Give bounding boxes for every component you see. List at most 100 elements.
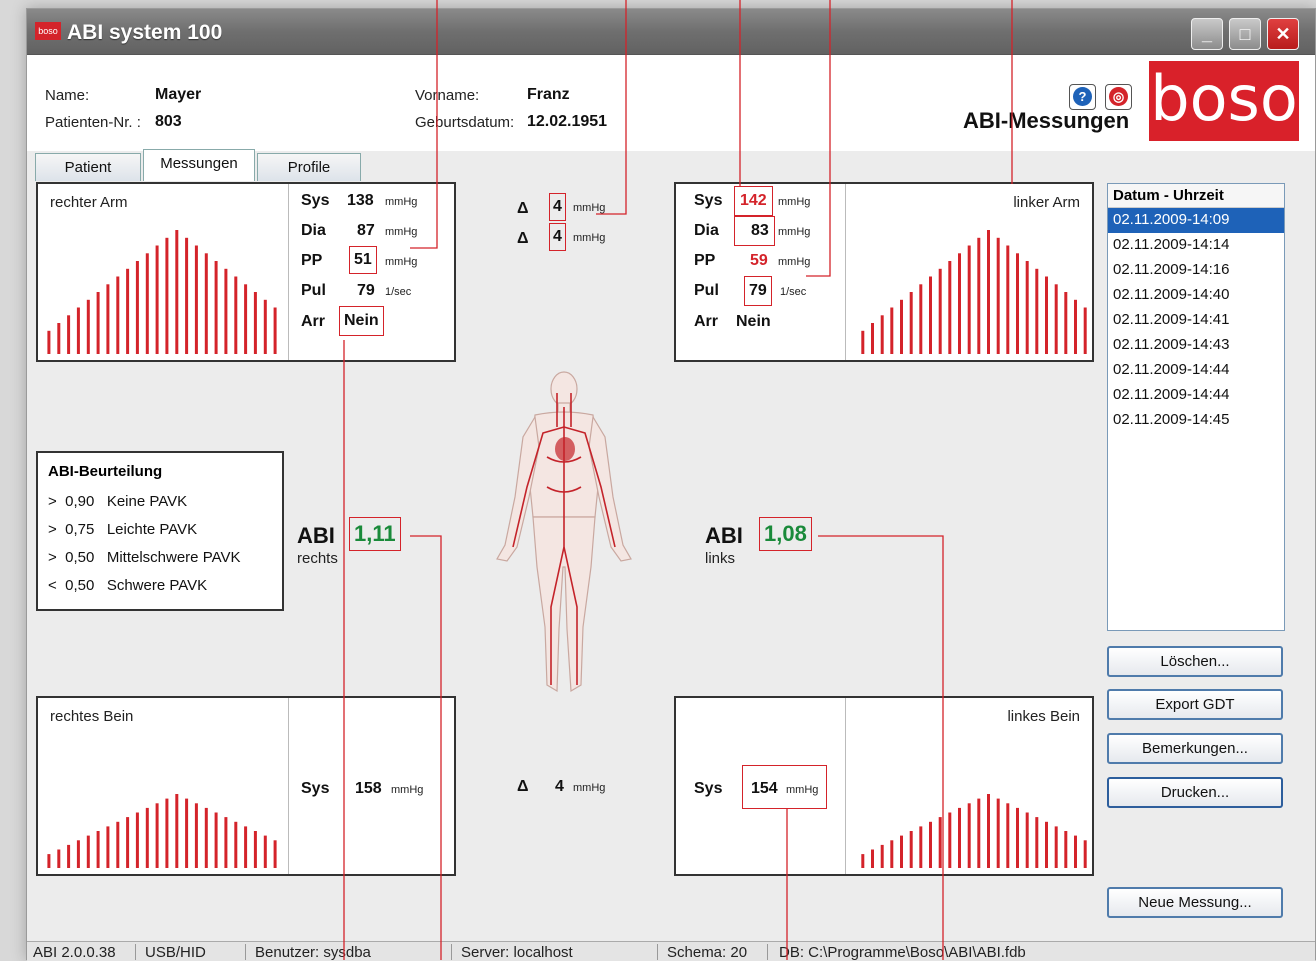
tab-profile[interactable]: Profile — [257, 153, 361, 181]
measurement-view: rechter Arm Sys 138 mmHg Dia 87 mmHg PP … — [27, 181, 1315, 941]
drucken-button[interactable]: Drucken... — [1107, 777, 1283, 808]
pulse-bar — [871, 849, 874, 868]
loeschen-button[interactable]: Löschen... — [1107, 646, 1283, 677]
measurement-list[interactable]: Datum - Uhrzeit 02.11.2009-14:09 02.11.2… — [1107, 183, 1285, 631]
list-item[interactable]: 02.11.2009-14:45 — [1108, 408, 1284, 433]
evaluation-item: > 0,50 Mittelschwere PAVK — [48, 549, 241, 566]
patient-nr-label: Patienten-Nr. : — [45, 114, 141, 131]
title-bar[interactable]: boso ABI system 100 _ □ ✕ — [27, 9, 1315, 55]
delta-sys-unit: mmHg — [573, 202, 606, 214]
pulse-bar — [890, 307, 894, 354]
list-item[interactable]: 02.11.2009-14:14 — [1108, 233, 1284, 258]
help-button[interactable]: ? — [1069, 84, 1096, 110]
pulse-bar — [1006, 245, 1010, 354]
target-icon: ◎ — [1109, 87, 1128, 106]
left-leg-panel: Sys 154 mmHg linkes Bein — [674, 696, 1094, 876]
status-db: DB: C:\Programme\Boso\ABI\ABI.fdb — [779, 944, 1026, 961]
pulse-bar — [185, 237, 189, 354]
pulse-bar — [145, 807, 149, 868]
list-item[interactable]: 02.11.2009-14:44 — [1108, 383, 1284, 408]
list-item[interactable]: 02.11.2009-14:16 — [1108, 258, 1284, 283]
pulse-bar — [861, 854, 865, 868]
pulse-bar — [76, 840, 80, 868]
abi-left-value: 1,08 — [759, 517, 812, 551]
tab-messungen[interactable]: Messungen — [143, 149, 255, 181]
pulse-bar — [253, 831, 257, 868]
sys-unit: mmHg — [385, 196, 418, 208]
pulse-bar — [919, 826, 923, 868]
pulse-bar — [900, 835, 903, 868]
pulse-bar — [253, 292, 257, 354]
list-item[interactable]: 02.11.2009-14:41 — [1108, 308, 1284, 333]
pulse-bar — [987, 230, 990, 354]
patient-nr-value: 803 — [155, 113, 182, 130]
pulse-bar — [145, 253, 149, 354]
pulse-bar — [106, 284, 110, 354]
status-interface: USB/HID — [145, 944, 206, 961]
neue-messung-button[interactable]: Neue Messung... — [1107, 887, 1283, 918]
delta-sys-value: 4 — [549, 193, 566, 221]
pulse-bar — [977, 798, 981, 868]
dia-unit: mmHg — [385, 226, 418, 238]
bemerkungen-button[interactable]: Bemerkungen... — [1107, 733, 1283, 764]
pulse-bar — [1083, 840, 1087, 868]
list-item[interactable]: 02.11.2009-14:40 — [1108, 283, 1284, 308]
info-button[interactable]: ◎ — [1105, 84, 1132, 110]
sys-unit: mmHg — [786, 784, 819, 796]
pulse-bar — [909, 292, 913, 354]
pulse-bar — [263, 299, 267, 354]
list-item[interactable]: 02.11.2009-14:09 — [1108, 208, 1284, 233]
geburtsdatum-label: Geburtsdatum: — [415, 114, 515, 131]
pulse-bar — [57, 849, 61, 868]
pulse-bar — [116, 276, 120, 354]
sys-label: Sys — [301, 192, 330, 209]
name-value: Mayer — [155, 86, 202, 103]
maximize-button[interactable]: □ — [1229, 18, 1261, 50]
pulse-bar — [116, 821, 120, 868]
list-item[interactable]: 02.11.2009-14:43 — [1108, 333, 1284, 358]
pulse-bar — [1006, 803, 1010, 868]
right-leg-panel: rechtes Bein Sys 158 mmHg — [36, 696, 456, 876]
pulse-bar — [1016, 807, 1019, 868]
close-button[interactable]: ✕ — [1267, 18, 1299, 50]
pulse-bar — [987, 794, 990, 868]
window-title: ABI system 100 — [67, 21, 223, 44]
minimize-button[interactable]: _ — [1191, 18, 1223, 50]
export-gdt-button[interactable]: Export GDT — [1107, 689, 1283, 720]
abi-right-side: rechts — [297, 550, 338, 567]
right-arm-title: rechter Arm — [50, 194, 128, 211]
right-leg-pulse-chart — [44, 788, 280, 868]
pulse-bar — [244, 826, 248, 868]
abi-right-label: ABI — [297, 523, 335, 548]
right-leg-values: Sys 158 mmHg — [288, 698, 454, 874]
leg-delta-value: 4 — [555, 778, 564, 795]
pulse-bar — [244, 284, 248, 354]
pulse-bar — [948, 261, 952, 354]
evaluation-title: ABI-Beurteilung — [48, 463, 163, 480]
tab-patient[interactable]: Patient — [35, 153, 141, 181]
pulse-bar — [204, 253, 208, 354]
pulse-bar — [96, 831, 100, 868]
pulse-bar — [263, 835, 267, 868]
pulse-bar — [938, 268, 942, 354]
delta-sys-symbol: Δ — [517, 200, 529, 217]
pulse-bar — [234, 821, 238, 868]
list-item[interactable]: 02.11.2009-14:44 — [1108, 358, 1284, 383]
pul-value: 79 — [357, 282, 375, 299]
pulse-bar — [67, 315, 71, 354]
pulse-bar — [1074, 299, 1077, 354]
evaluation-item: > 0,75 Leichte PAVK — [48, 521, 198, 538]
sys-value: 142 — [734, 186, 773, 216]
pulse-bar — [106, 826, 110, 868]
pulse-bar — [273, 307, 277, 354]
pulse-bar — [165, 798, 169, 868]
pulse-bar — [880, 844, 884, 868]
left-leg-pulse-chart — [858, 788, 1090, 868]
pulse-bar — [948, 812, 952, 868]
pulse-bar — [155, 803, 159, 868]
pulse-bar — [185, 798, 189, 868]
pulse-bar — [1035, 817, 1039, 868]
delta-dia-unit: mmHg — [573, 232, 606, 244]
sys-value: 158 — [355, 780, 382, 797]
pulse-bar — [175, 230, 179, 354]
